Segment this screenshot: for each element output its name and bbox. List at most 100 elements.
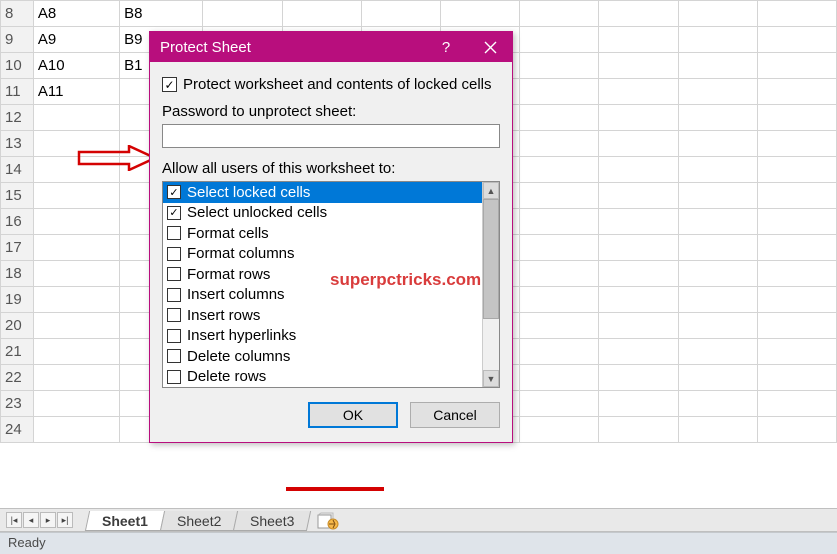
cell[interactable] bbox=[757, 79, 836, 105]
permission-checkbox[interactable] bbox=[167, 185, 181, 199]
cell[interactable] bbox=[757, 261, 836, 287]
new-sheet-button[interactable] bbox=[315, 511, 341, 531]
cell[interactable] bbox=[520, 183, 599, 209]
row-header[interactable]: 22 bbox=[1, 365, 34, 391]
tab-nav-prev[interactable]: ◂ bbox=[23, 512, 39, 528]
cell[interactable] bbox=[520, 157, 599, 183]
help-button[interactable]: ? bbox=[424, 32, 468, 62]
cell[interactable] bbox=[599, 417, 678, 443]
cell[interactable] bbox=[33, 313, 119, 339]
row-header[interactable]: 17 bbox=[1, 235, 34, 261]
cell[interactable] bbox=[678, 417, 757, 443]
cell[interactable] bbox=[33, 261, 119, 287]
cell[interactable] bbox=[678, 131, 757, 157]
permission-item[interactable]: Insert columns bbox=[163, 285, 482, 306]
cell[interactable] bbox=[678, 209, 757, 235]
cell[interactable] bbox=[520, 417, 599, 443]
cell[interactable]: A8 bbox=[33, 1, 119, 27]
cell[interactable] bbox=[33, 365, 119, 391]
permission-checkbox[interactable] bbox=[167, 267, 181, 281]
cell[interactable] bbox=[678, 313, 757, 339]
cell[interactable] bbox=[678, 27, 757, 53]
cell[interactable] bbox=[33, 417, 119, 443]
cell[interactable] bbox=[757, 287, 836, 313]
cell[interactable] bbox=[520, 287, 599, 313]
cell[interactable] bbox=[599, 339, 678, 365]
cell[interactable] bbox=[757, 27, 836, 53]
cell[interactable] bbox=[599, 27, 678, 53]
permission-item[interactable]: Insert rows bbox=[163, 305, 482, 326]
cell[interactable] bbox=[33, 391, 119, 417]
cell[interactable]: B8 bbox=[120, 1, 203, 27]
scroll-up-button[interactable]: ▲ bbox=[483, 182, 499, 199]
cell[interactable] bbox=[678, 287, 757, 313]
cell[interactable] bbox=[599, 131, 678, 157]
permission-checkbox[interactable] bbox=[167, 247, 181, 261]
cell[interactable] bbox=[520, 391, 599, 417]
row-header[interactable]: 15 bbox=[1, 183, 34, 209]
cell[interactable] bbox=[757, 157, 836, 183]
cell[interactable] bbox=[678, 79, 757, 105]
cell[interactable] bbox=[599, 261, 678, 287]
cell[interactable] bbox=[757, 105, 836, 131]
cell[interactable]: A11 bbox=[33, 79, 119, 105]
cell[interactable] bbox=[203, 1, 282, 27]
permission-checkbox[interactable] bbox=[167, 308, 181, 322]
row-header[interactable]: 9 bbox=[1, 27, 34, 53]
row-header[interactable]: 24 bbox=[1, 417, 34, 443]
tab-nav-first[interactable]: |◂ bbox=[6, 512, 22, 528]
cell[interactable] bbox=[599, 391, 678, 417]
cell[interactable] bbox=[678, 157, 757, 183]
cancel-button[interactable]: Cancel bbox=[410, 402, 500, 428]
cell[interactable] bbox=[33, 183, 119, 209]
row-header[interactable]: 14 bbox=[1, 157, 34, 183]
row-header[interactable]: 19 bbox=[1, 287, 34, 313]
cell[interactable] bbox=[678, 261, 757, 287]
cell[interactable] bbox=[757, 183, 836, 209]
cell[interactable] bbox=[520, 313, 599, 339]
ok-button[interactable]: OK bbox=[308, 402, 398, 428]
row-header[interactable]: 10 bbox=[1, 53, 34, 79]
cell[interactable] bbox=[33, 287, 119, 313]
row-header[interactable]: 8 bbox=[1, 1, 34, 27]
password-input[interactable] bbox=[162, 124, 500, 148]
scrollbar[interactable]: ▲ ▼ bbox=[482, 182, 499, 387]
cell[interactable] bbox=[33, 209, 119, 235]
permission-item[interactable]: Select locked cells bbox=[163, 182, 482, 203]
cell[interactable] bbox=[678, 235, 757, 261]
row-header[interactable]: 21 bbox=[1, 339, 34, 365]
cell[interactable] bbox=[33, 235, 119, 261]
cell[interactable]: A9 bbox=[33, 27, 119, 53]
sheet-tab[interactable]: Sheet3 bbox=[233, 511, 312, 531]
cell[interactable] bbox=[678, 391, 757, 417]
close-button[interactable] bbox=[468, 32, 512, 62]
cell[interactable] bbox=[520, 1, 599, 27]
cell[interactable] bbox=[520, 27, 599, 53]
cell[interactable] bbox=[361, 1, 440, 27]
cell[interactable] bbox=[520, 79, 599, 105]
sheet-tab[interactable]: Sheet1 bbox=[85, 511, 165, 531]
permissions-listbox[interactable]: Select locked cellsSelect unlocked cells… bbox=[162, 181, 500, 388]
permission-item[interactable]: Format cells bbox=[163, 223, 482, 244]
row-header[interactable]: 11 bbox=[1, 79, 34, 105]
cell[interactable] bbox=[599, 365, 678, 391]
cell[interactable] bbox=[282, 1, 361, 27]
cell[interactable] bbox=[33, 131, 119, 157]
row-header[interactable]: 13 bbox=[1, 131, 34, 157]
permission-item[interactable]: Delete rows bbox=[163, 367, 482, 388]
cell[interactable]: A10 bbox=[33, 53, 119, 79]
cell[interactable] bbox=[599, 79, 678, 105]
permission-checkbox[interactable] bbox=[167, 349, 181, 363]
row-header[interactable]: 23 bbox=[1, 391, 34, 417]
permission-checkbox[interactable] bbox=[167, 329, 181, 343]
permission-item[interactable]: Format rows bbox=[163, 264, 482, 285]
cell[interactable] bbox=[520, 209, 599, 235]
cell[interactable] bbox=[757, 1, 836, 27]
cell[interactable] bbox=[599, 53, 678, 79]
scroll-down-button[interactable]: ▼ bbox=[483, 370, 499, 387]
permission-item[interactable]: Select unlocked cells bbox=[163, 203, 482, 224]
permission-item[interactable]: Format columns bbox=[163, 244, 482, 265]
cell[interactable] bbox=[599, 157, 678, 183]
cell[interactable] bbox=[599, 183, 678, 209]
cell[interactable] bbox=[520, 339, 599, 365]
